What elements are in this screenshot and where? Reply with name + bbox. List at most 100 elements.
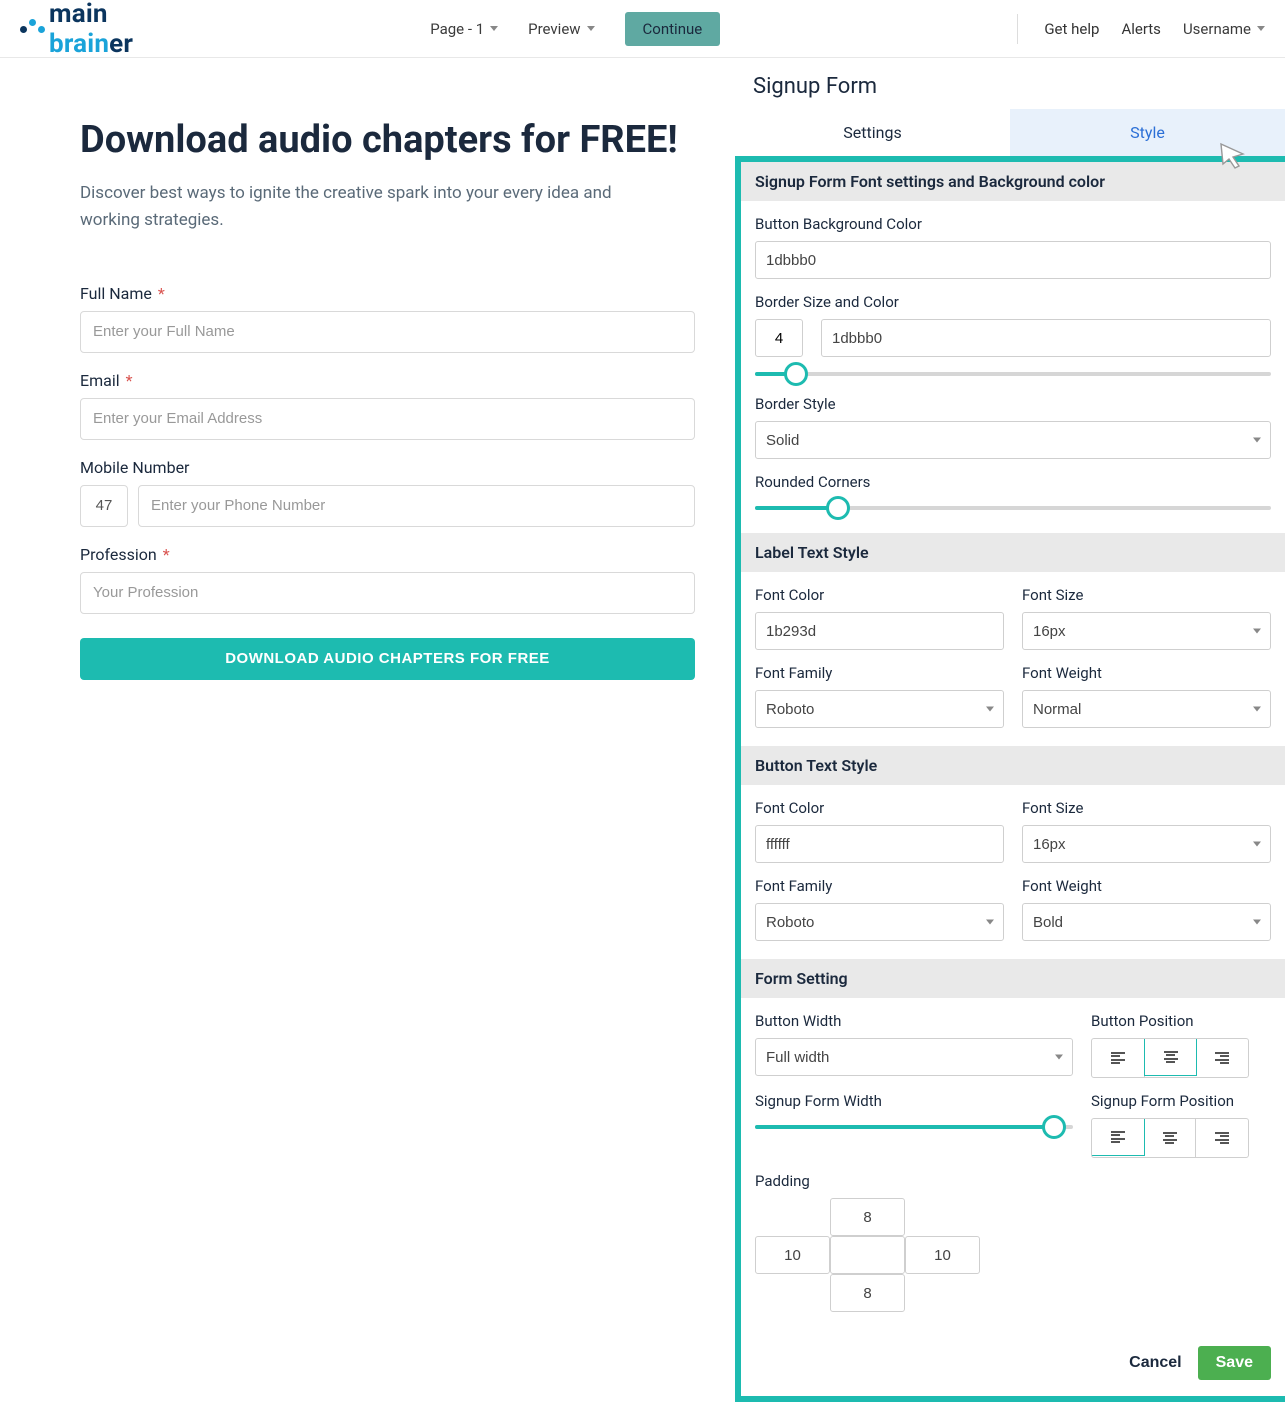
padding-grid [755,1198,1271,1312]
logo-dots-icon [20,19,45,26]
page-label: Page - 1 [430,20,484,38]
cancel-button[interactable]: Cancel [1129,1354,1181,1372]
chevron-down-icon [1253,707,1261,712]
border-size-input[interactable] [755,319,803,357]
section-label-head: Label Text Style [741,533,1285,572]
country-code-input[interactable] [80,485,128,527]
continue-button[interactable]: Continue [625,12,721,46]
btn-width-label: Button Width [755,1012,1073,1030]
btn-font-weight-label: Font Weight [1022,877,1271,895]
slider-thumb[interactable] [1042,1115,1066,1139]
align-center-button[interactable] [1144,1119,1197,1157]
topbar: mainbrainer Page - 1 Preview Continue Ge… [0,0,1285,58]
btn-font-family-value [755,903,1004,941]
form-width-label: Signup Form Width [755,1092,1073,1110]
btn-width-select[interactable] [755,1038,1073,1076]
align-center-icon [1163,1130,1177,1146]
form-width-slider[interactable] [755,1120,1073,1134]
btn-pos-label: Button Position [1091,1012,1271,1030]
align-right-button[interactable] [1196,1119,1248,1157]
align-left-icon [1111,1129,1125,1145]
pad-top-input[interactable] [830,1198,905,1236]
slider-thumb[interactable] [784,362,808,386]
pad-left-input[interactable] [755,1236,830,1274]
align-left-button[interactable] [1092,1039,1145,1077]
logo[interactable]: mainbrainer [20,0,133,59]
pad-bottom-input[interactable] [830,1274,905,1312]
btn-font-weight-select[interactable] [1022,903,1271,941]
chevron-down-icon [986,707,994,712]
submit-button[interactable]: DOWNLOAD AUDIO CHAPTERS FOR FREE [80,638,695,680]
section-form-setting-body: Button Width Button Position [741,998,1285,1330]
label-font-weight-select[interactable] [1022,690,1271,728]
align-center-button[interactable] [1144,1038,1198,1076]
logo-text: mainbrainer [49,0,133,59]
label-font-color-input[interactable] [755,612,1004,650]
btn-bg-input[interactable] [755,241,1271,279]
align-left-icon [1111,1050,1125,1066]
chevron-down-icon [1253,438,1261,443]
label-font-family-select[interactable] [755,690,1004,728]
border-style-select[interactable] [755,421,1271,459]
fullname-label: Full Name * [80,284,695,303]
pad-center [830,1236,905,1274]
tab-settings[interactable]: Settings [735,109,1010,156]
btn-font-family-label: Font Family [755,877,1004,895]
align-left-button[interactable] [1091,1118,1145,1156]
profession-input[interactable] [80,572,695,614]
username-label: Username [1183,20,1251,38]
alerts-link[interactable]: Alerts [1121,20,1161,38]
field-mobile: Mobile Number [80,458,695,527]
style-panel: Signup Form Font settings and Background… [735,156,1285,1402]
btn-font-size-select[interactable] [1022,825,1271,863]
required-asterisk: * [159,545,170,564]
panel-footer: Cancel Save [741,1330,1285,1396]
border-style-value [755,421,1271,459]
label-font-weight-value [1022,690,1271,728]
page-dropdown[interactable]: Page - 1 [430,20,498,38]
preview-dropdown[interactable]: Preview [528,20,594,38]
btn-pos-group [1091,1038,1249,1078]
fullname-input[interactable] [80,311,695,353]
label-font-weight-label: Font Weight [1022,664,1271,682]
save-button[interactable]: Save [1198,1346,1271,1380]
label-font-family-value [755,690,1004,728]
cursor-arrow-icon [1215,138,1249,172]
btn-font-family-select[interactable] [755,903,1004,941]
btn-font-size-label: Font Size [1022,799,1271,817]
label-font-size-value [1022,612,1271,650]
label-font-color-label: Font Color [755,586,1004,604]
profession-label: Profession * [80,545,695,564]
main-area: Download audio chapters for FREE! Discov… [0,58,1285,1402]
border-size-slider[interactable] [755,367,1271,381]
chevron-down-icon [986,920,994,925]
chevron-down-icon [1257,26,1265,31]
form-preview: Download audio chapters for FREE! Discov… [0,58,735,1402]
phone-input[interactable] [138,485,695,527]
chevron-down-icon [587,26,595,31]
username-dropdown[interactable]: Username [1183,20,1265,38]
btn-font-color-input[interactable] [755,825,1004,863]
rounded-label: Rounded Corners [755,473,1271,491]
slider-thumb[interactable] [826,496,850,520]
topbar-center: Page - 1 Preview Continue [133,12,1017,46]
border-color-input[interactable] [821,319,1271,357]
label-font-size-label: Font Size [1022,586,1271,604]
pad-right-input[interactable] [905,1236,980,1274]
chevron-down-icon [490,26,498,31]
form-pos-group [1091,1118,1249,1158]
align-right-button[interactable] [1196,1039,1248,1077]
topbar-right: Get help Alerts Username [1017,14,1265,44]
btn-font-weight-value [1022,903,1271,941]
section-button-text-body: Font Color Font Size Font Family [741,785,1285,959]
get-help-link[interactable]: Get help [1044,20,1099,38]
section-bg-head: Signup Form Font settings and Background… [741,162,1285,201]
email-input[interactable] [80,398,695,440]
btn-font-size-value [1022,825,1271,863]
panel-title: Signup Form [735,58,1285,109]
preview-label: Preview [528,20,580,38]
align-center-icon [1164,1049,1178,1065]
label-font-size-select[interactable] [1022,612,1271,650]
rounded-slider[interactable] [755,501,1271,515]
mobile-label: Mobile Number [80,458,695,477]
